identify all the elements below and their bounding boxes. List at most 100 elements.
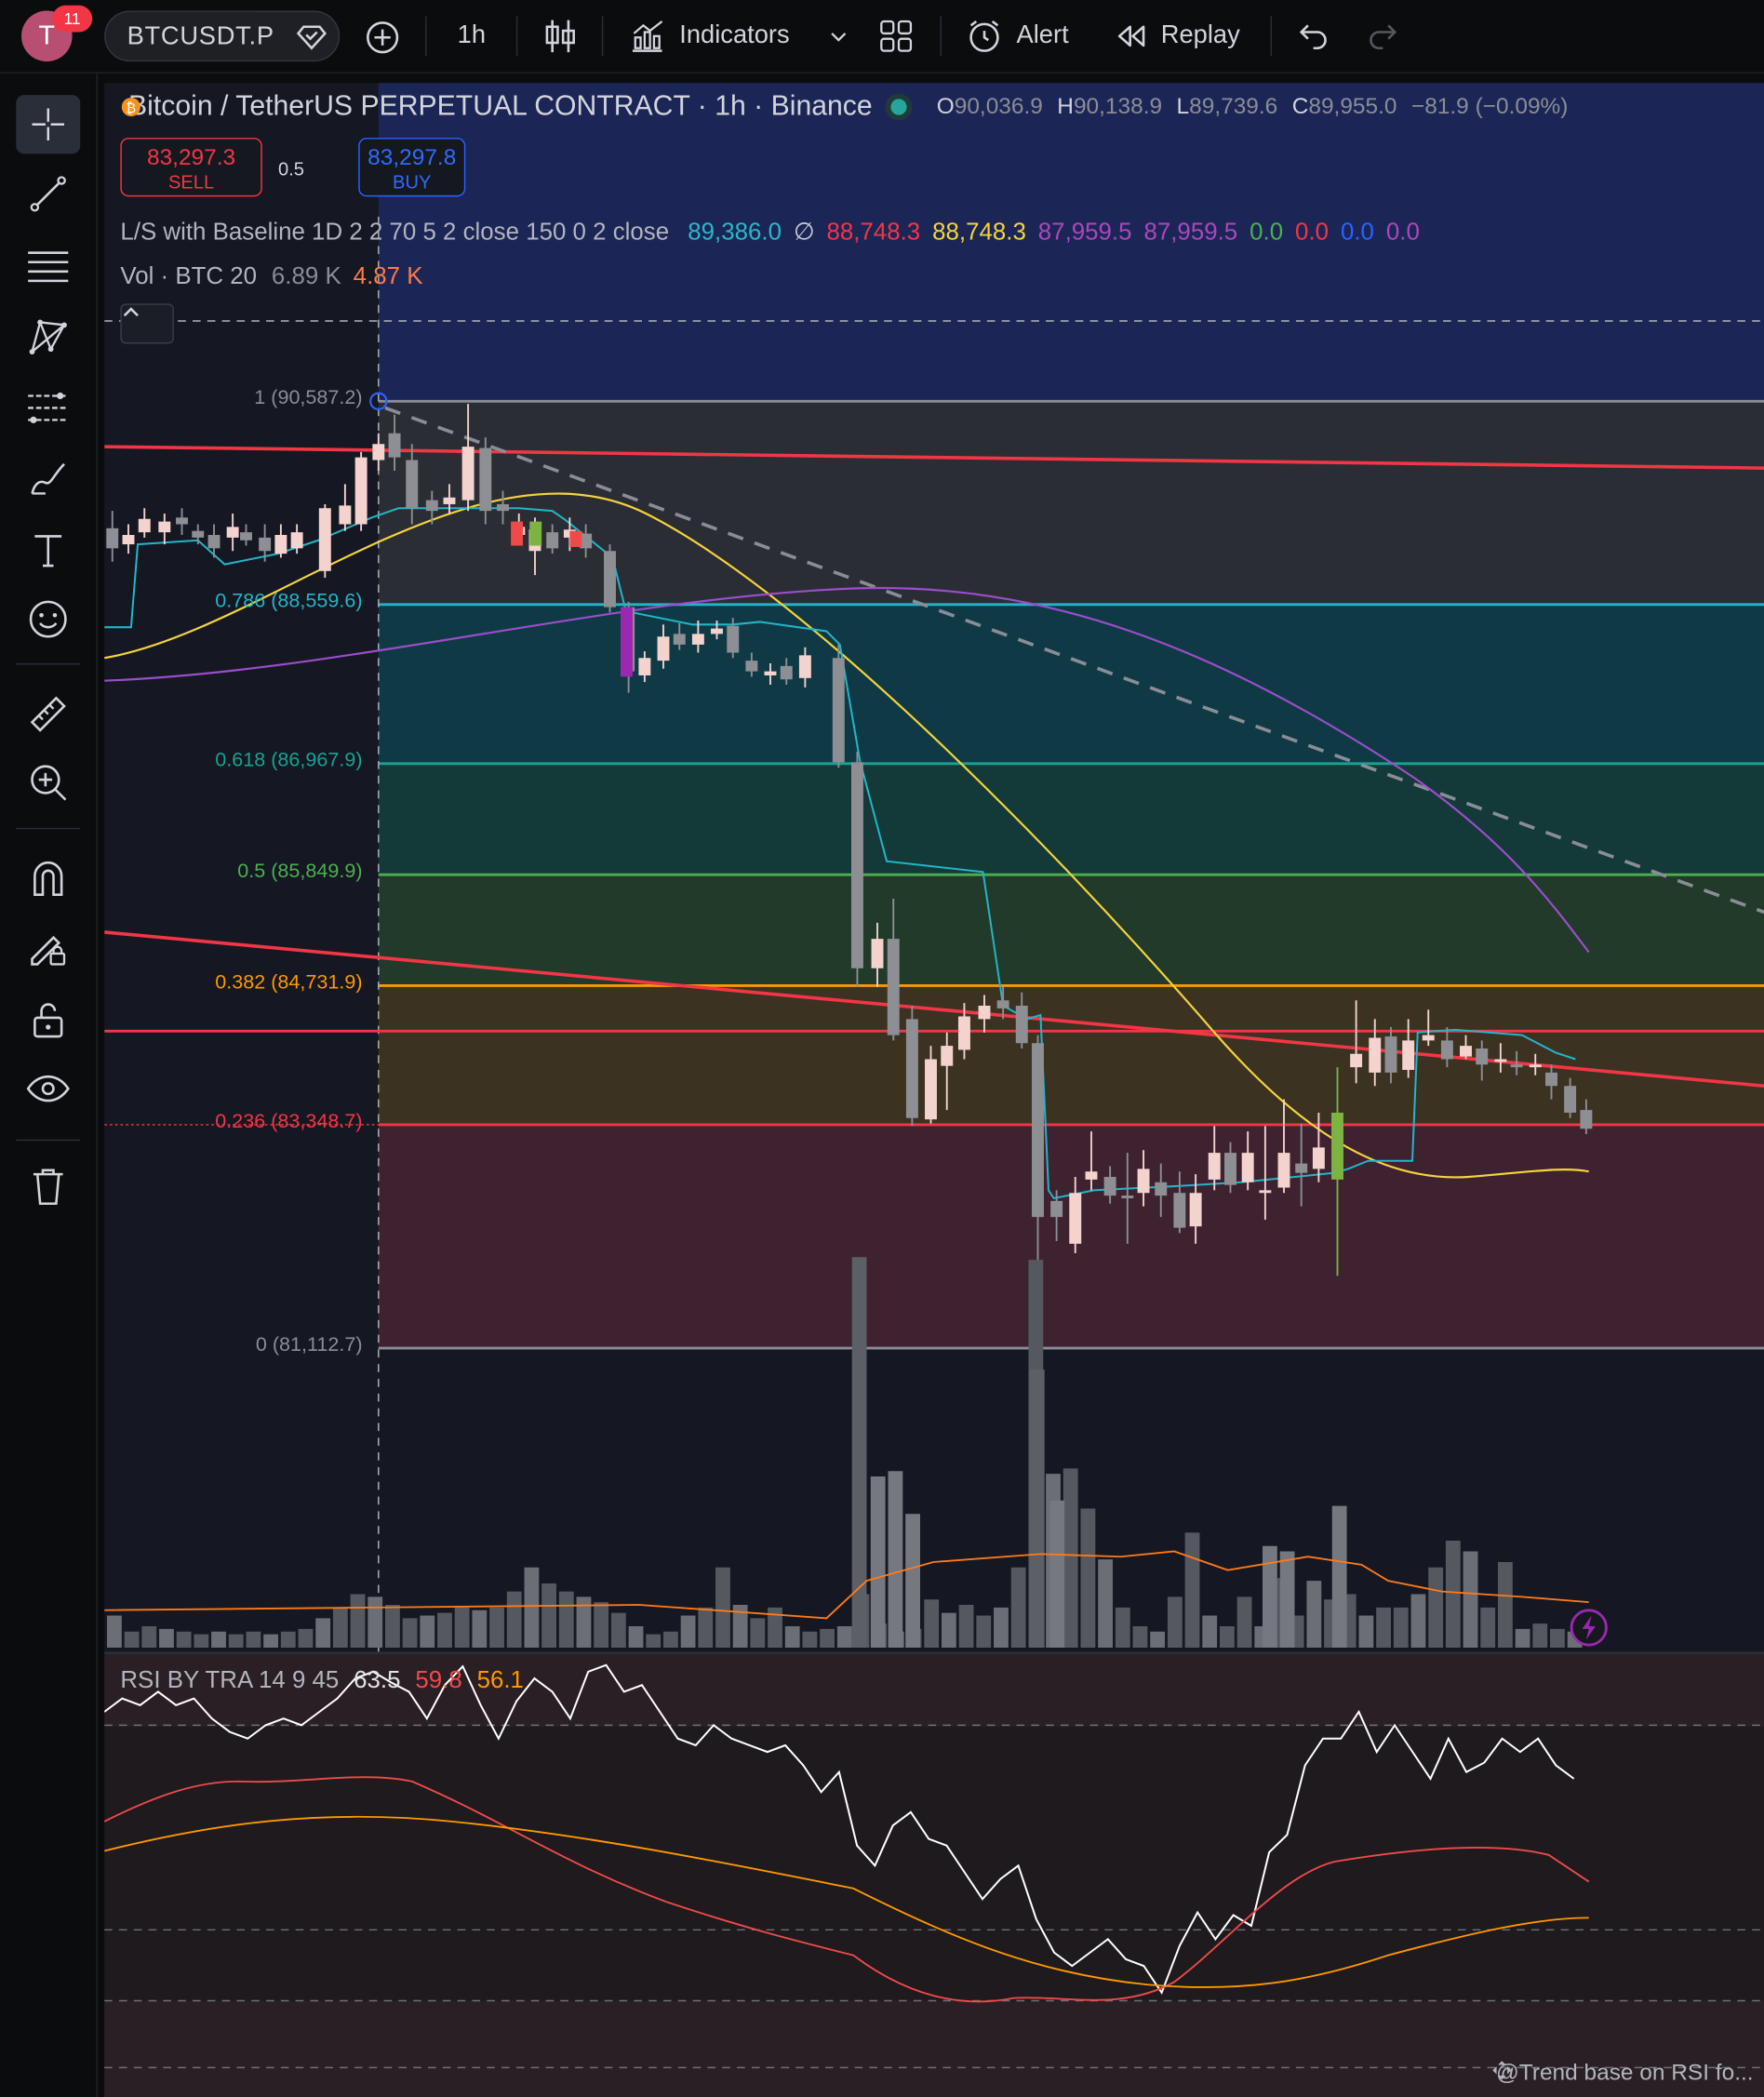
volume-bar bbox=[420, 1615, 435, 1648]
candle-body bbox=[1564, 1086, 1577, 1113]
symbol-search-button[interactable]: BTCUSDT.P bbox=[104, 10, 341, 62]
redo-icon[interactable] bbox=[1367, 21, 1399, 51]
candle-body-highlight bbox=[511, 521, 524, 546]
ls-value: ∅ bbox=[793, 218, 815, 246]
alarm-clock-icon bbox=[969, 20, 999, 52]
undo-icon[interactable] bbox=[1297, 21, 1330, 51]
low-label: L bbox=[1176, 93, 1190, 119]
chevron-down-icon[interactable] bbox=[829, 27, 848, 46]
volume-bar bbox=[663, 1631, 678, 1648]
volume-bar bbox=[141, 1626, 157, 1648]
open-value: 90,036.9 bbox=[954, 93, 1043, 119]
collapse-legend-button[interactable] bbox=[120, 303, 174, 344]
crosshair-icon[interactable] bbox=[16, 95, 81, 154]
volume-bar bbox=[1532, 1623, 1548, 1648]
candle-body bbox=[957, 1016, 970, 1050]
candle-body bbox=[691, 634, 704, 645]
alert-button[interactable]: Alert bbox=[966, 0, 1069, 73]
candle-body bbox=[798, 655, 811, 678]
candle-body bbox=[1545, 1072, 1557, 1087]
magnet-icon[interactable] bbox=[16, 849, 80, 908]
emoji-icon[interactable] bbox=[16, 590, 80, 648]
volume-bar bbox=[263, 1634, 278, 1648]
bitcoin-icon: ₿ bbox=[121, 97, 140, 117]
candle-body bbox=[941, 1046, 954, 1066]
chevron-up-icon bbox=[123, 307, 139, 317]
visibility-icon[interactable] bbox=[16, 1061, 80, 1119]
fib-level-label: 0.618 (86,967.9) bbox=[215, 749, 363, 772]
pattern-icon[interactable] bbox=[16, 308, 80, 367]
indicators-button[interactable]: Indicators bbox=[629, 0, 790, 73]
add-symbol-icon[interactable] bbox=[364, 19, 401, 56]
volume-bar bbox=[124, 1631, 140, 1648]
lightning-icon[interactable] bbox=[1569, 1608, 1609, 1648]
volume-bar bbox=[1358, 1615, 1374, 1648]
volume-bar bbox=[228, 1634, 244, 1648]
replay-label: Replay bbox=[1160, 21, 1240, 50]
rsi-slow-value: 56.1 bbox=[476, 1666, 524, 1693]
candle-body bbox=[497, 503, 509, 512]
lock-drawing-icon[interactable] bbox=[16, 919, 80, 978]
volume-bar bbox=[437, 1612, 452, 1648]
diamond-icon[interactable] bbox=[296, 21, 328, 54]
brush-icon[interactable] bbox=[16, 449, 80, 508]
text-icon[interactable] bbox=[16, 520, 80, 579]
candle-body bbox=[259, 537, 272, 552]
footer-script-label[interactable]: @Trend base on RSI fo... bbox=[1490, 2060, 1754, 2087]
svg-text:₿: ₿ bbox=[127, 101, 137, 116]
volume-legend[interactable]: Vol · BTC 20 6.89 K 4.87 K bbox=[120, 262, 422, 290]
candle-body bbox=[226, 527, 239, 538]
candle-body bbox=[711, 628, 723, 634]
toolbar-divider bbox=[515, 16, 518, 57]
volume-bar bbox=[246, 1631, 261, 1648]
candle-body bbox=[240, 532, 252, 541]
volume-bar bbox=[888, 1471, 903, 1648]
trendline-icon[interactable] bbox=[16, 165, 80, 223]
chart-pane[interactable]: ₿ Bitcoin / TetherUS PERPETUAL CONTRACT … bbox=[104, 83, 1764, 2097]
volume-bar bbox=[594, 1602, 609, 1648]
sidebar-divider bbox=[16, 827, 81, 830]
close-label: C bbox=[1291, 93, 1309, 119]
ls-baseline-legend[interactable]: L/S with Baseline 1D 2 2 70 5 2 close 15… bbox=[120, 218, 1420, 246]
volume-bar bbox=[994, 1607, 1009, 1648]
volume-bar bbox=[1306, 1581, 1322, 1648]
buy-button[interactable]: 83,297.8 BUY bbox=[358, 138, 466, 197]
unlock-icon[interactable] bbox=[16, 991, 80, 1049]
zoom-in-icon[interactable] bbox=[16, 753, 80, 811]
candle-body bbox=[1440, 1040, 1453, 1060]
ls-indicator-values: 89,386.0 ∅ 88,748.3 88,748.3 87,959.5 87,959.… bbox=[675, 218, 1420, 245]
interval-button[interactable]: 1h bbox=[458, 0, 486, 73]
fib-retracement-icon[interactable] bbox=[16, 236, 80, 295]
candle-body bbox=[996, 1000, 1009, 1008]
volume-bar bbox=[194, 1634, 209, 1648]
layout-grid-icon[interactable] bbox=[878, 19, 913, 53]
volume-bar bbox=[506, 1591, 522, 1648]
volume-bar bbox=[368, 1596, 383, 1648]
candles-icon[interactable] bbox=[543, 18, 578, 55]
candle-body bbox=[1295, 1163, 1308, 1173]
rsi-legend[interactable]: RSI BY TRA 14 9 45 63.5 59.8 56.1 bbox=[120, 1666, 524, 1694]
fib-zone bbox=[378, 604, 1764, 764]
candle-body bbox=[1259, 1190, 1272, 1194]
volume-bar bbox=[1062, 1468, 1078, 1648]
volume-bar bbox=[298, 1628, 314, 1648]
volume-bar bbox=[820, 1628, 835, 1648]
sell-button[interactable]: 83,297.3 SELL bbox=[120, 138, 262, 197]
volume-bar bbox=[558, 1591, 574, 1648]
replay-button[interactable]: Replay bbox=[1116, 0, 1240, 73]
projection-icon[interactable] bbox=[16, 379, 80, 437]
sidebar-divider bbox=[16, 1139, 81, 1142]
trash-icon[interactable] bbox=[16, 1156, 80, 1215]
indicators-icon bbox=[632, 20, 663, 52]
volume-bar bbox=[976, 1615, 992, 1648]
volume-bar bbox=[784, 1626, 800, 1648]
candle-body bbox=[1312, 1147, 1325, 1169]
ls-value: 89,386.0 bbox=[688, 218, 782, 246]
sell-label: SELL bbox=[167, 171, 215, 193]
candle-body bbox=[406, 460, 419, 509]
candle-body bbox=[887, 939, 900, 1035]
candle-body bbox=[1350, 1053, 1363, 1068]
market-open-dot bbox=[890, 99, 908, 115]
price-chart-canvas[interactable] bbox=[104, 83, 1764, 2097]
ruler-icon[interactable] bbox=[16, 685, 80, 743]
